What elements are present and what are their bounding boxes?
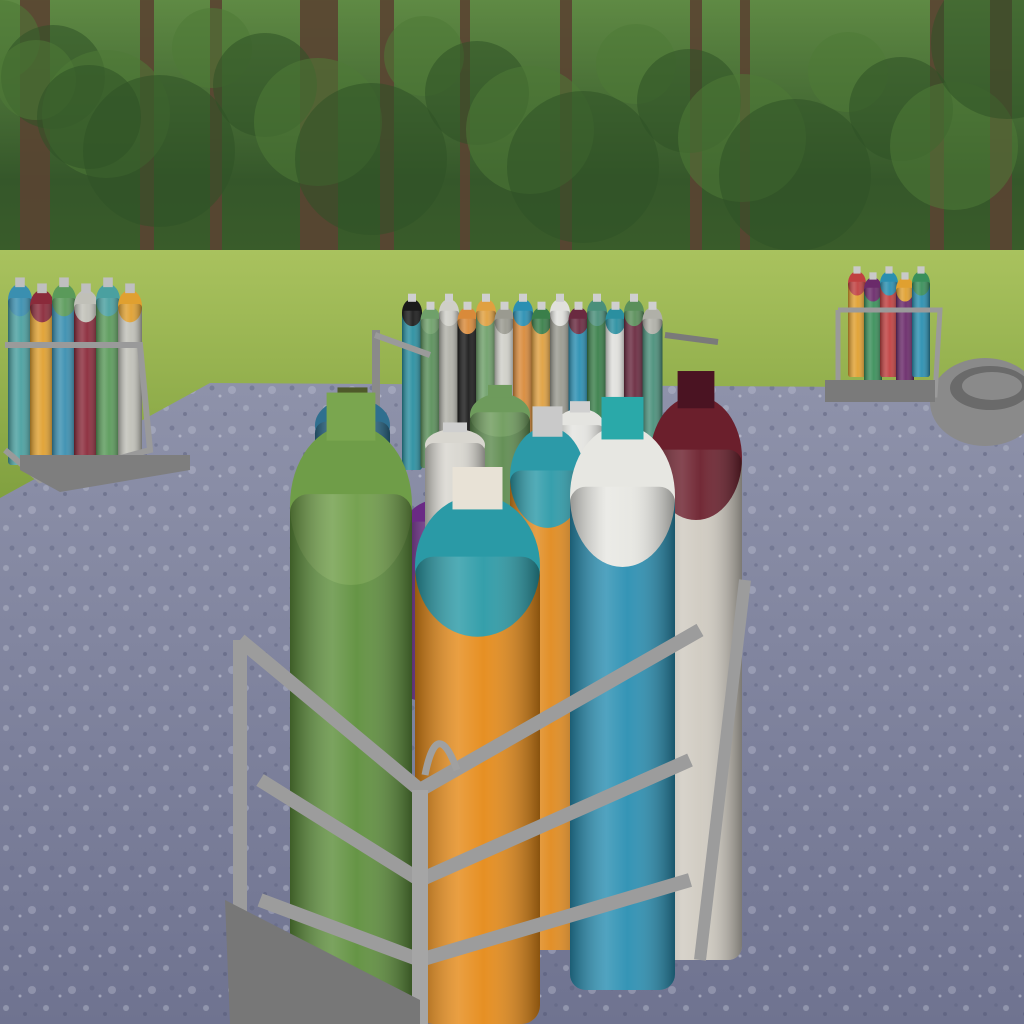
cylinder-valve <box>326 392 376 441</box>
rack-base <box>825 380 935 402</box>
cylinder-valve <box>869 272 877 280</box>
cylinder-valve <box>593 293 601 302</box>
left-cylinder <box>74 283 98 471</box>
cylinder-shading <box>896 287 914 383</box>
cylinder-shading <box>880 281 898 377</box>
cylinder-valve <box>574 301 583 310</box>
back-cylinder <box>402 293 422 470</box>
foliage-clump <box>37 65 141 169</box>
cylinder-shading <box>402 310 422 470</box>
cylinder-shading <box>848 281 866 377</box>
cylinder-valve <box>630 293 638 302</box>
cylinder-valve <box>519 293 527 302</box>
cylinder-shading <box>30 303 54 471</box>
cylinder-valve <box>677 371 715 409</box>
cylinder-valve <box>103 277 113 288</box>
right-cylinder <box>848 266 866 377</box>
cylinder-valve <box>482 293 490 302</box>
cylinder-valve <box>556 293 564 302</box>
cylinder-valve <box>59 277 69 288</box>
cylinder-valve <box>601 396 644 440</box>
cylinder-shading <box>8 297 32 465</box>
render-scene <box>0 0 1024 1024</box>
cylinder-valve <box>452 466 503 510</box>
left-cylinder <box>52 277 76 465</box>
cylinder-valve <box>426 301 435 310</box>
cylinder-valve <box>611 301 620 310</box>
cylinder-valve <box>537 301 546 310</box>
left-cylinder <box>96 277 120 465</box>
scene-canvas <box>0 0 1024 1024</box>
cylinder-valve <box>408 293 416 302</box>
right-cylinder <box>896 272 914 383</box>
cylinder-valve <box>901 272 909 280</box>
cylinder-valve <box>463 301 472 310</box>
cylinder-shading <box>52 297 76 465</box>
cylinder-valve <box>570 401 590 413</box>
rack-front <box>225 371 751 1024</box>
cylinder-shading <box>912 281 930 377</box>
cylinder-valve <box>443 422 467 433</box>
cylinder-valve <box>500 301 509 310</box>
foliage-clump <box>719 99 871 251</box>
right-cylinder <box>880 266 898 377</box>
right-cylinder <box>912 266 930 377</box>
cylinder-valve <box>37 283 47 294</box>
right-cylinder <box>864 272 882 383</box>
cylinder-shading <box>96 297 120 465</box>
left-cylinder <box>8 277 32 465</box>
left-cylinder <box>118 283 142 471</box>
cylinder-valve <box>532 406 563 437</box>
cylinder-valve <box>917 266 925 274</box>
cylinder-valve <box>125 283 135 294</box>
cylinder-valve <box>648 301 657 310</box>
cylinder-shading <box>74 303 98 471</box>
cylinder-valve <box>15 277 25 288</box>
cylinder-shading <box>118 303 142 471</box>
foliage-clump <box>507 91 659 243</box>
cylinder-valve <box>853 266 861 274</box>
cylinder-valve <box>488 384 512 398</box>
foliage-clump <box>295 83 447 235</box>
left-cylinder <box>30 283 54 471</box>
cylinder-valve <box>885 266 893 274</box>
cylinder-valve <box>81 283 91 294</box>
cylinder-valve <box>445 293 453 302</box>
cylinder-shading <box>864 287 882 383</box>
